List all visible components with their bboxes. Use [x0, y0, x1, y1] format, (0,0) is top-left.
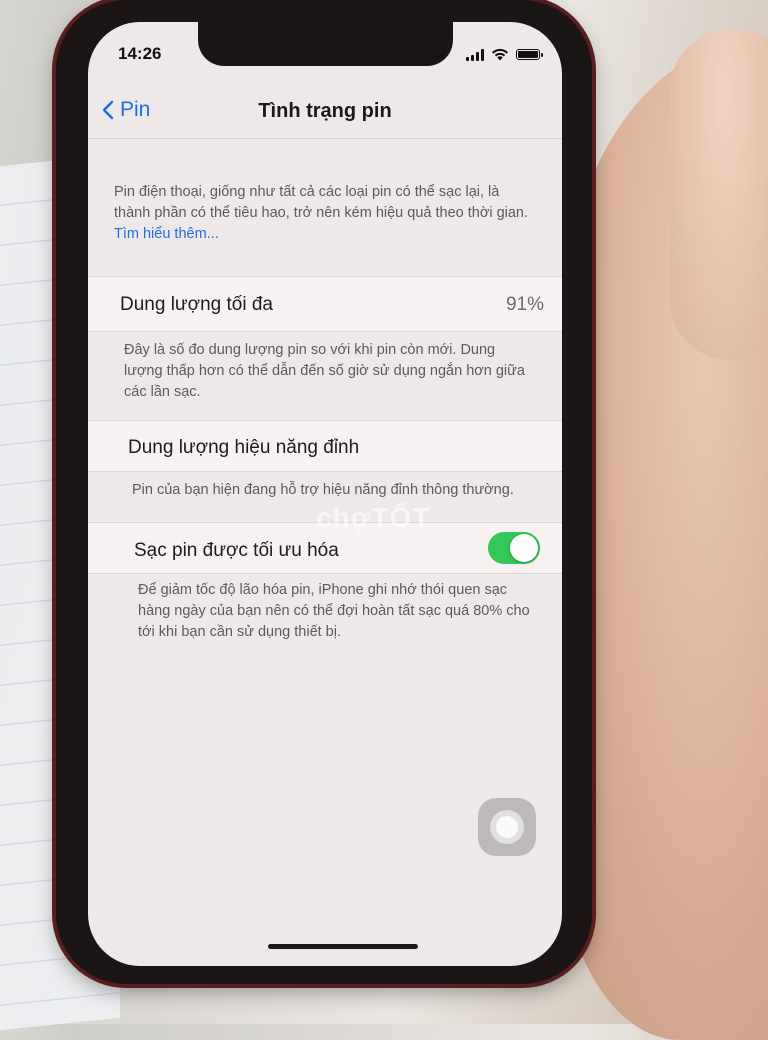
phone-frame: 14:26 Pin Tình trạng pin Pin điện thoại,…	[56, 0, 592, 984]
watermark: chợTỐT	[316, 502, 431, 533]
navigation-bar: Pin Tình trạng pin	[88, 82, 562, 139]
status-icons	[466, 48, 543, 61]
max-capacity-value: 91%	[505, 294, 544, 315]
max-capacity-description: Đây là số đo dung lượng pin so với khi p…	[124, 342, 525, 400]
optimized-charging-toggle[interactable]	[488, 532, 540, 564]
peak-performance-description: Pin của bạn hiện đang hỗ trợ hiệu năng đ…	[132, 482, 514, 498]
max-capacity-label: Dung lượng tối đa	[120, 294, 273, 315]
signal-icon	[466, 48, 484, 61]
optimized-charging-label: Sạc pin được tối ưu hóa	[134, 540, 339, 561]
notch	[198, 22, 453, 66]
peak-performance-label: Dung lượng hiệu năng đỉnh	[128, 437, 360, 458]
phone-screen: 14:26 Pin Tình trạng pin Pin điện thoại,…	[88, 22, 562, 966]
toggle-knob	[510, 534, 538, 562]
status-time: 14:26	[118, 44, 162, 63]
background-thumb	[670, 30, 768, 360]
max-capacity-row: Dung lượng tối đa 91%	[88, 276, 562, 332]
learn-more-link[interactable]: Tìm hiểu thêm...	[114, 226, 219, 242]
wifi-icon	[492, 48, 508, 61]
assistive-touch-button[interactable]	[478, 798, 536, 856]
home-indicator[interactable]	[268, 944, 418, 949]
page-title: Tình trạng pin	[258, 100, 392, 122]
intro-description: Pin điện thoại, giống như tất cả các loạ…	[114, 184, 529, 221]
assistive-touch-icon	[490, 810, 524, 844]
optimized-charging-description: Để giảm tốc độ lão hóa pin, iPhone ghi n…	[138, 582, 530, 640]
peak-performance-row: Dung lượng hiệu năng đỉnh	[88, 420, 562, 472]
battery-icon	[516, 49, 543, 60]
intro-text: Pin điện thoại, giống như tất cả các loạ…	[114, 182, 534, 245]
